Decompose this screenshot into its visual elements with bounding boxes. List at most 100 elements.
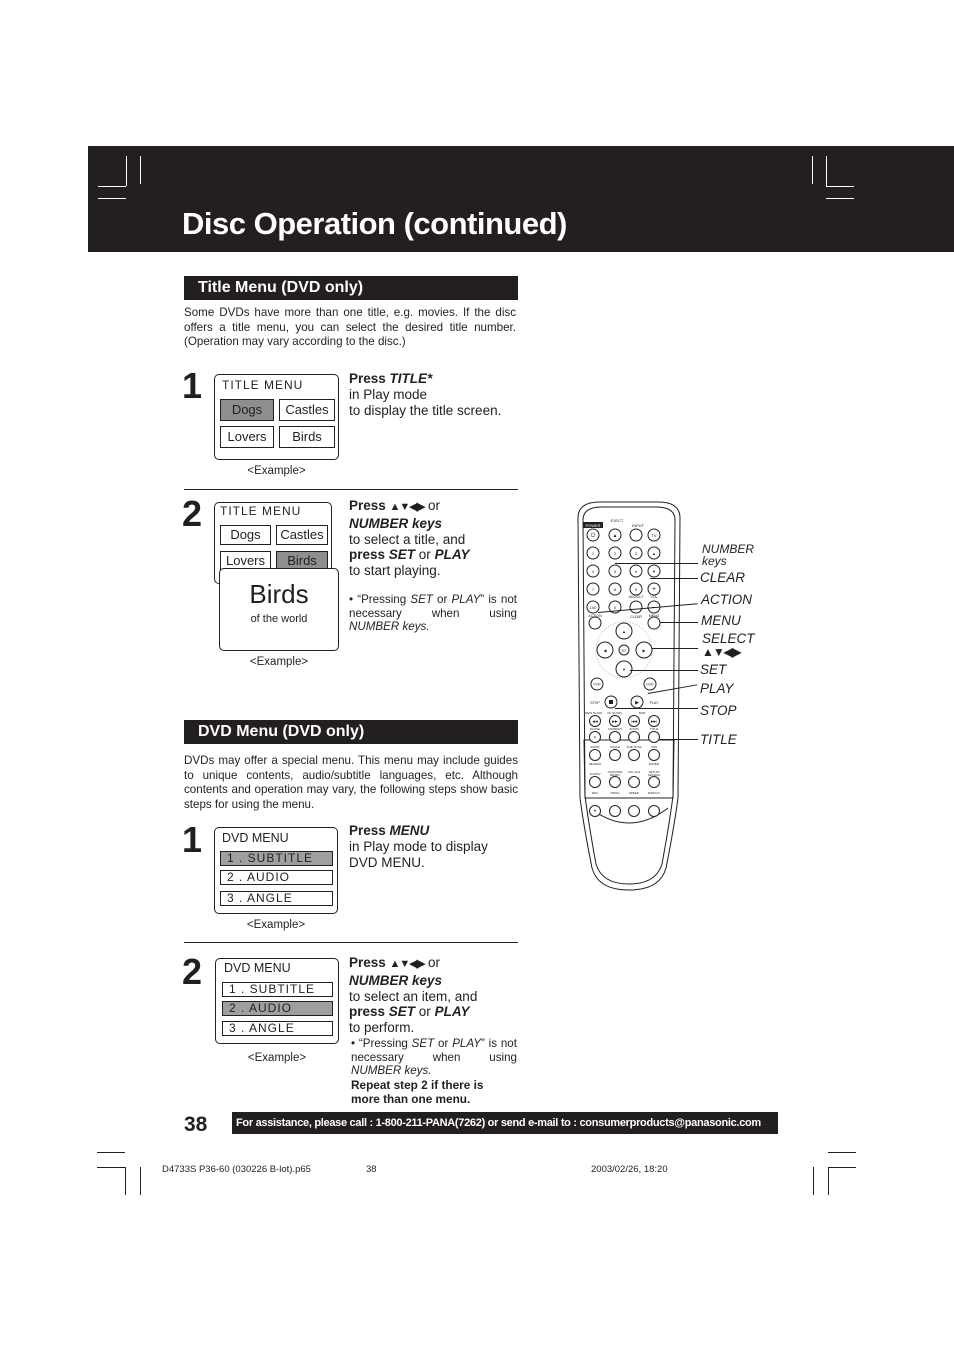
- leader-line: [615, 708, 698, 709]
- subtitle-button: [628, 749, 640, 761]
- svg-text:DVD: DVD: [646, 683, 654, 687]
- angle-button: [609, 749, 621, 761]
- eject-icon: ▲: [613, 533, 618, 539]
- screen-title: DVD MENU: [224, 961, 291, 975]
- menu-row: 2 . AUDIO: [220, 870, 333, 885]
- counter-reset-button: [609, 776, 621, 788]
- dvd-menu-intro: DVDs may offer a special menu. This menu…: [184, 754, 518, 811]
- set-key-label: SET: [388, 547, 416, 563]
- svg-text:VSS: VSS: [651, 745, 657, 749]
- remote-lower-row: •: [589, 805, 660, 817]
- page-number: 38: [184, 1113, 208, 1136]
- note-text: or: [434, 1037, 453, 1050]
- crop-mark: [812, 156, 813, 184]
- callout-menu: MENU: [701, 613, 741, 628]
- crop-mark: [826, 186, 854, 187]
- title-button: [648, 731, 660, 743]
- slug-date: 2003/02/26, 18:20: [591, 1164, 668, 1175]
- screen-title: DVD MENU: [222, 831, 289, 845]
- step2-instructions: Press ▲▼◀▶ or NUMBER keys to select a ti…: [349, 498, 524, 579]
- crop-mark: [97, 1152, 125, 1153]
- step-number: 1: [182, 819, 203, 860]
- or-text: or: [424, 955, 441, 970]
- press-label: Press: [349, 823, 390, 838]
- note-text: or: [432, 593, 452, 606]
- stop-label: STOP: [590, 701, 600, 705]
- skip-label: SKIP: [639, 711, 646, 715]
- leader-line: [652, 648, 698, 649]
- example-label: <Example>: [247, 465, 306, 477]
- instr-line: in Play mode: [349, 386, 428, 402]
- callout-clear: CLEAR: [700, 570, 746, 585]
- assistance-bar: For assistance, please call : 1-800-211-…: [232, 1112, 778, 1134]
- arrow-keys-icon: ▲▼◀▶: [389, 501, 426, 513]
- instr-line: to display the title screen.: [349, 402, 502, 418]
- menu-row: 3 . ANGLE: [220, 891, 333, 906]
- press-label: press: [349, 1004, 389, 1020]
- ff-label: FF SLOW+: [607, 711, 622, 715]
- svg-text:SUB TITLE: SUB TITLE: [626, 745, 641, 749]
- callout-play: PLAY: [700, 681, 734, 696]
- vcr-tv-button: [589, 776, 601, 788]
- add-dlt-label: ADD/DLT: [629, 595, 645, 599]
- svg-text:▼: ▼: [622, 667, 626, 672]
- power-icon: ⏻: [591, 532, 596, 539]
- or-text: or: [415, 547, 435, 563]
- leader-line: [615, 563, 698, 564]
- title-cell: Castles: [276, 525, 328, 545]
- crop-mark: [126, 156, 127, 186]
- play-label: PLAY: [650, 701, 659, 705]
- callout-set: SET: [700, 662, 727, 677]
- note-text: • “Pressing: [351, 1037, 412, 1050]
- instr-line: to select a title, and: [349, 531, 466, 547]
- crop-mark: [125, 1167, 126, 1195]
- title-cell: Birds: [279, 426, 335, 448]
- crop-mark: [828, 1167, 856, 1168]
- press-label: Press: [349, 498, 390, 513]
- repeat-note: Repeat step 2 if there is more than one …: [351, 1078, 484, 1106]
- leader-line: [660, 739, 698, 740]
- title-key-label: TITLE*: [389, 371, 433, 386]
- svg-text:▶▶|: ▶▶|: [651, 720, 658, 724]
- cm-zero-button: [609, 731, 621, 743]
- vol-label: VOL: [650, 595, 657, 599]
- svg-text:▲: ▲: [622, 629, 626, 634]
- menu-key-label: MENU: [389, 823, 430, 838]
- svg-text:AUDIO: AUDIO: [590, 745, 600, 749]
- crop-mark: [813, 1167, 814, 1195]
- crop-mark: [828, 1167, 829, 1195]
- crop-mark: [826, 198, 854, 199]
- number-keys-label: NUMBER keys: [349, 515, 443, 531]
- menu-row: 3 . ANGLE: [222, 1021, 333, 1036]
- svg-text:ENTER: ENTER: [649, 762, 660, 766]
- slug-page: 38: [366, 1164, 377, 1175]
- title-cell: Castles: [279, 399, 335, 421]
- number-pad: 1 2 3 4 5 6 7 8 9 100 0: [586, 546, 643, 614]
- speed-button: [628, 805, 640, 817]
- slug-file: D4733S P36-60 (030226 B-lot).p65: [162, 1164, 311, 1175]
- crop-mark: [97, 1167, 125, 1168]
- svg-text:▲: ▲: [652, 551, 656, 556]
- section-heading-title-menu: Title Menu (DVD only): [184, 276, 518, 300]
- number-keys-label: NUMBER keys: [349, 972, 443, 988]
- or-text: or: [415, 1004, 435, 1020]
- instr-line: DVD MENU.: [349, 854, 425, 870]
- note-play: PLAY: [451, 593, 481, 606]
- vol-adj-button: [628, 776, 640, 788]
- clear-button: [629, 600, 643, 614]
- note-play: PLAY: [452, 1037, 481, 1050]
- set-key-label: SET: [388, 1004, 416, 1020]
- svg-text:▼: ▼: [652, 569, 656, 574]
- crop-mark: [98, 186, 126, 187]
- callout-label: NUMBER keys: [702, 542, 755, 568]
- menu-row: 1 . SUBTITLE: [220, 851, 333, 866]
- instr-line: to perform.: [349, 1020, 415, 1036]
- zoom-label: ZOOM: [630, 727, 639, 731]
- divider: [184, 489, 518, 490]
- crop-mark: [140, 156, 141, 184]
- tv-label: TV: [651, 533, 656, 538]
- crop-mark: [140, 1167, 141, 1195]
- audio-button: [589, 749, 601, 761]
- clear-label: CLEAR: [630, 615, 642, 619]
- svg-text:SEARCH: SEARCH: [589, 762, 602, 766]
